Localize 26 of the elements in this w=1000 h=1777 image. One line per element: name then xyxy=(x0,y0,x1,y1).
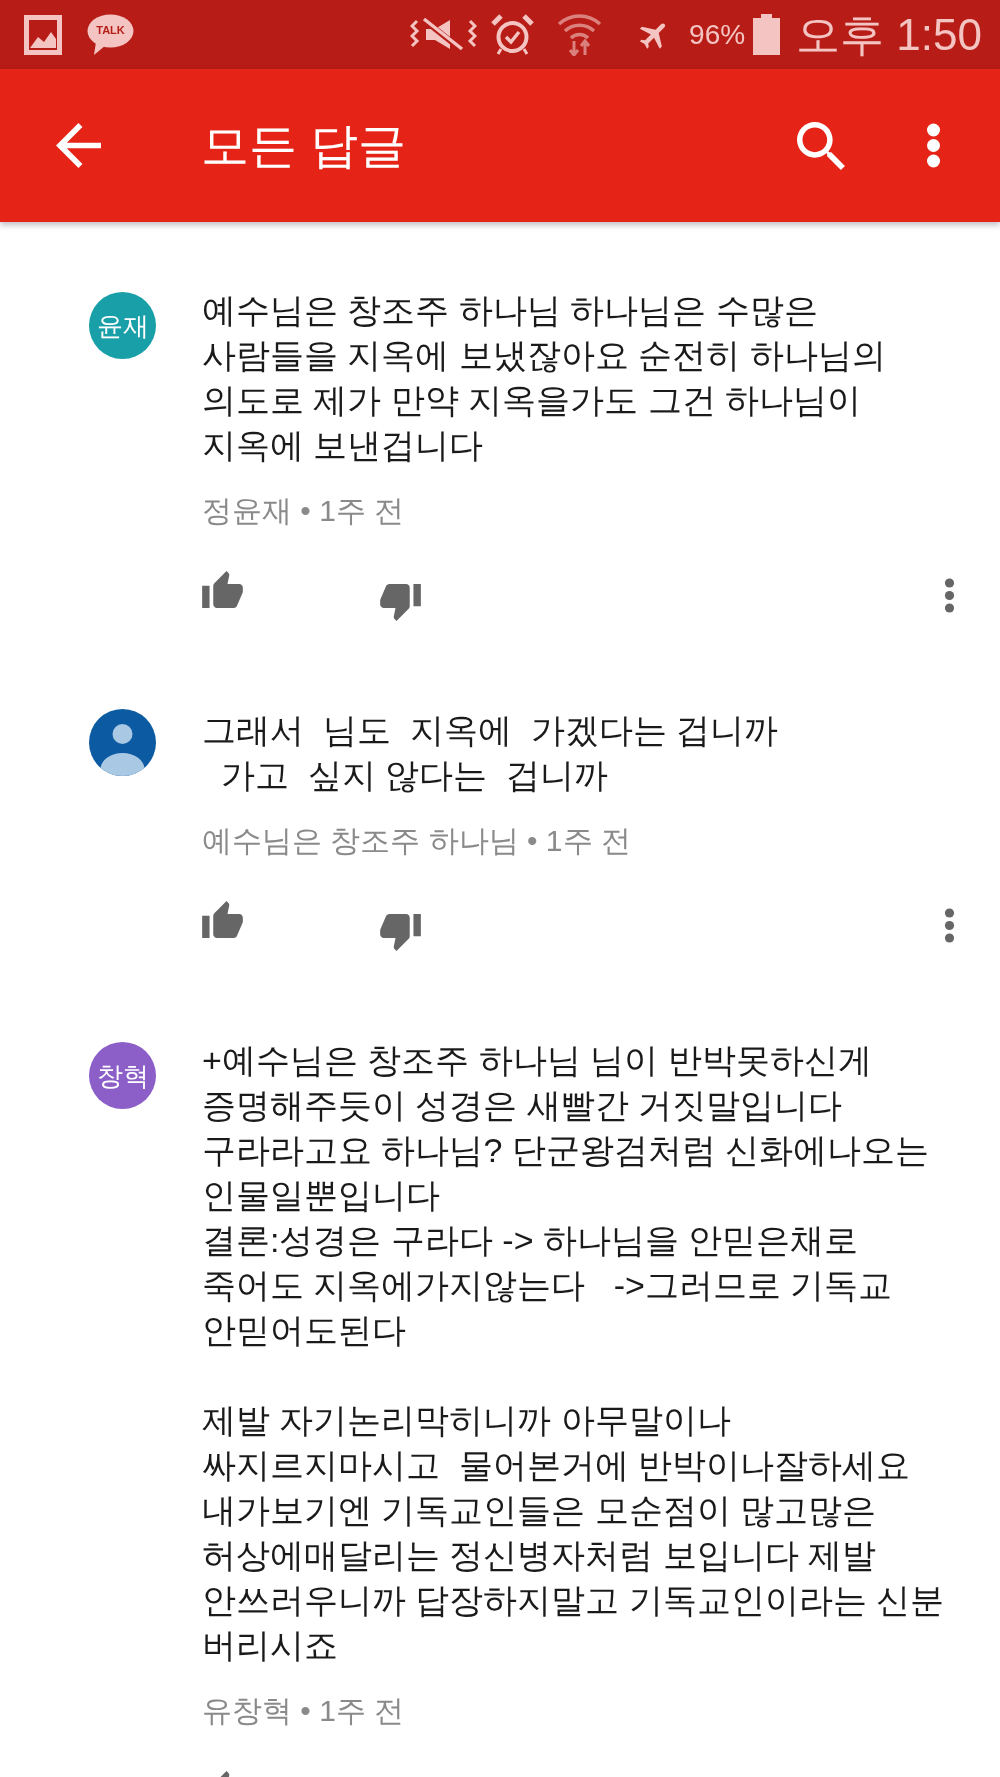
comment-text: 예수님은 창조주 하나님 하나님은 수많은 사람들을 지옥에 보냈잖아요 순전히 하나님의 의도로 제가 만약 지옥을가도 그건 하나님이 지옥에 보낸겁니다 xyxy=(202,290,887,466)
user-avatar: 창혁 xyxy=(89,1042,156,1109)
talk-notification: TALK xyxy=(87,13,134,56)
mute-vibrate-icon xyxy=(410,17,478,52)
more-options-icon[interactable] xyxy=(926,123,941,168)
dislike-icon[interactable] xyxy=(380,584,421,621)
back-icon[interactable] xyxy=(56,123,101,168)
dislike-icon[interactable] xyxy=(380,914,421,951)
wifi-icon xyxy=(557,13,603,56)
comment-text: +예수님은 창조주 하나님 님이 반박못하신게 증명해주듯이 성경은 새빨간 거짓말입니다 구라라고요 하나님? 단군왕검처럼 신화에나오는 인물일뿐입니다 결론:성경은 구라다 -> 하나님을 안믿은채로 죽어도 지옥에가지않는다 ->그러므로 기독교 안믿어도된다 제발 자기논리막히니까 아무말이나 싸지르지마시고 물어본거에 반박이나잘하세요 내가보기엔 기독교인들은 모순점이 많고많은 허상에매달리는 정신병자처럼 보입니다 제발 안쓰러우니까 답장하지말고 기독교인이라는 신분 버리시죠 xyxy=(202,1040,946,1666)
more-options-icon[interactable] xyxy=(944,578,955,613)
like-icon[interactable] xyxy=(202,571,243,608)
gallery-icon xyxy=(24,14,62,55)
battery-icon xyxy=(753,14,781,55)
comment-byline: 정윤재 • 1주 전 xyxy=(202,493,405,529)
user-avatar: 윤재 xyxy=(89,292,156,359)
alarm-clock-icon xyxy=(490,14,536,55)
more-options-icon[interactable] xyxy=(944,908,955,943)
comment-byline: 예수님은 창조주 하나님 • 1주 전 xyxy=(202,823,631,859)
comment-byline: 유창혁 • 1주 전 xyxy=(202,1693,405,1729)
comment-text: 그래서 님도 지옥에 가겠다는 겁니까 가고 싶지 않다는 겁니까 xyxy=(202,710,780,796)
battery-percentage: 96% xyxy=(689,18,746,51)
like-icon[interactable] xyxy=(202,901,243,938)
clock-time: 오후 1:50 xyxy=(796,10,982,59)
screen-title: 모든 답글 xyxy=(201,117,407,174)
search-icon[interactable] xyxy=(797,121,845,170)
